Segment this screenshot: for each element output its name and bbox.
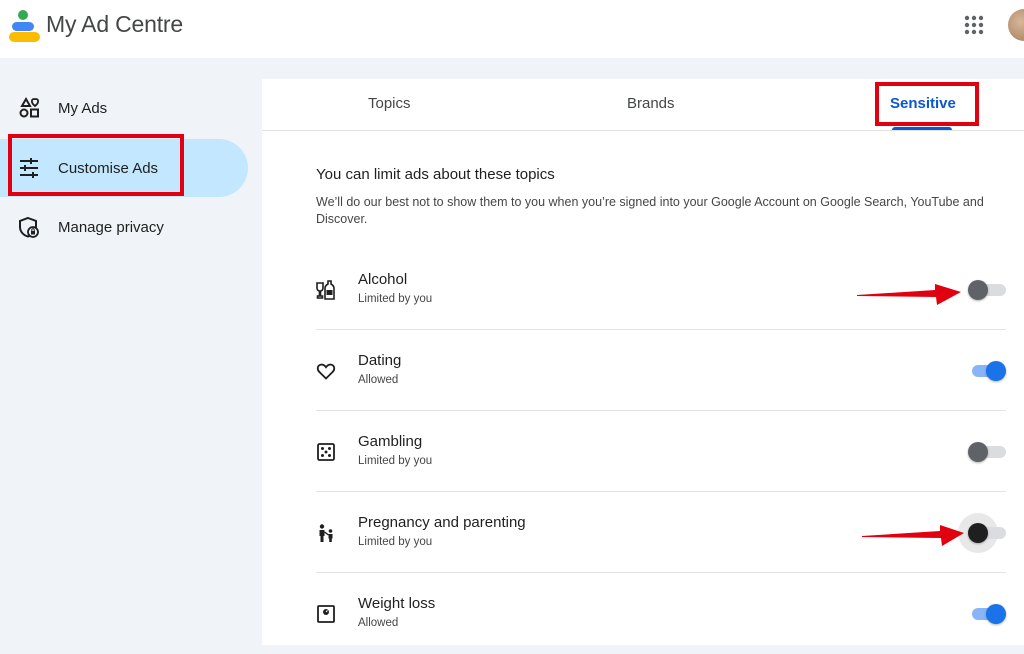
sidebar-item-label: Manage privacy bbox=[58, 218, 164, 236]
section-title: You can limit ads about these topics bbox=[316, 166, 555, 183]
list-item: Dating Allowed bbox=[316, 330, 1006, 411]
wine-bottle-icon bbox=[316, 280, 335, 300]
list-item: Gambling Limited by you bbox=[316, 411, 1006, 492]
tab-selected-indicator bbox=[892, 127, 952, 130]
section-description: We’ll do our best not to show them to yo… bbox=[316, 195, 984, 226]
app-title[interactable]: My Ad Centre bbox=[46, 11, 183, 38]
gambling-toggle[interactable] bbox=[968, 442, 1006, 462]
tab-bar: Topics Brands Sensitive bbox=[262, 79, 1024, 131]
topic-name: Weight loss bbox=[358, 595, 436, 612]
dice-icon bbox=[317, 443, 335, 461]
tab-sensitive[interactable]: Sensitive bbox=[890, 95, 956, 112]
topic-status: Limited by you bbox=[358, 293, 433, 305]
sidebar: My Ads Customise Ads Manage privacy bbox=[0, 58, 262, 645]
list-item: Weight loss Allowed bbox=[316, 573, 1006, 654]
topic-status: Allowed bbox=[358, 374, 399, 386]
account-avatar[interactable] bbox=[1008, 9, 1024, 41]
list-item: Alcohol Limited by you bbox=[316, 249, 1006, 330]
main-panel: Topics Brands Sensitive You can limit ad… bbox=[262, 79, 1024, 645]
topic-status: Limited by you bbox=[358, 536, 433, 548]
alcohol-toggle[interactable] bbox=[968, 280, 1006, 300]
privacy-shield-icon bbox=[19, 216, 39, 238]
list-item: Pregnancy and parenting Limited by you bbox=[316, 492, 1006, 573]
sidebar-item-label: My Ads bbox=[58, 99, 108, 117]
sidebar-item-my-ads[interactable]: My Ads bbox=[0, 79, 248, 137]
toggle-knob bbox=[986, 361, 1006, 381]
toggle-knob bbox=[968, 523, 988, 543]
scale-icon bbox=[317, 605, 335, 623]
tune-sliders-icon bbox=[20, 158, 38, 178]
topic-name: Pregnancy and parenting bbox=[358, 514, 526, 531]
topic-name: Alcohol bbox=[358, 271, 408, 288]
google-logo[interactable] bbox=[9, 9, 41, 43]
tab-topics[interactable]: Topics bbox=[368, 95, 411, 112]
toggle-knob bbox=[968, 280, 988, 300]
apps-grid-icon[interactable] bbox=[963, 14, 985, 36]
toggle-knob bbox=[968, 442, 988, 462]
topic-status: Allowed bbox=[358, 617, 399, 629]
app-header: My Ad Centre bbox=[0, 0, 1024, 58]
ads-shapes-icon bbox=[19, 97, 40, 118]
topic-status: Limited by you bbox=[358, 455, 433, 467]
weight-loss-toggle[interactable] bbox=[968, 604, 1006, 624]
dating-toggle[interactable] bbox=[968, 361, 1006, 381]
sidebar-item-manage-privacy[interactable]: Manage privacy bbox=[0, 198, 248, 256]
toggle-knob bbox=[986, 604, 1006, 624]
heart-icon bbox=[316, 363, 336, 380]
topic-name: Dating bbox=[358, 352, 402, 369]
pregnancy-parenting-toggle[interactable] bbox=[958, 513, 1006, 553]
sidebar-item-customise-ads[interactable]: Customise Ads bbox=[0, 139, 248, 197]
parent-child-icon bbox=[319, 524, 333, 542]
topic-name: Gambling bbox=[358, 433, 423, 450]
sidebar-item-label: Customise Ads bbox=[58, 159, 159, 177]
tab-brands[interactable]: Brands bbox=[627, 95, 675, 112]
